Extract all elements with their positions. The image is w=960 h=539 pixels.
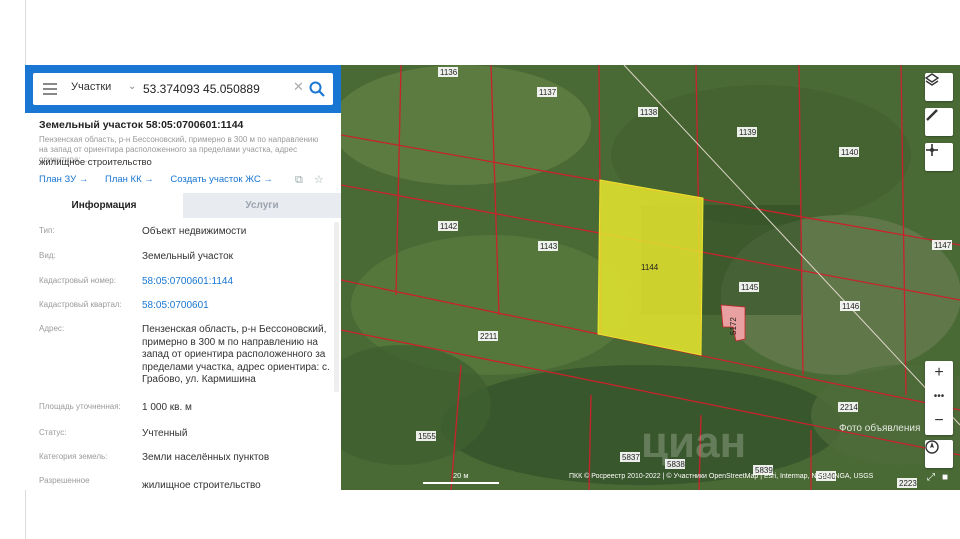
property-value: жилищное строительство [142,480,261,490]
compass-button[interactable] [925,440,953,468]
zoom-menu-icon[interactable]: ••• [925,385,953,409]
zoom-in-button[interactable]: + [925,361,953,385]
property-value: 1 000 кв. м [142,402,192,413]
info-panel: Участки ⌄ ✕ Земельный участок 58:05:0700… [25,65,341,490]
parcel-label: 1139 [739,128,757,137]
property-key: Категория земель: [39,452,108,461]
parcel-label: 1136 [440,68,458,77]
compass-icon [925,440,939,454]
parcel-label: 1140 [841,148,859,157]
parcel-label: 2214 [840,403,858,412]
parcel-label: 1146 [842,302,860,311]
property-key: Кадастровый квартал: [39,300,122,309]
property-key: Адрес: [39,324,65,333]
search-input[interactable] [143,78,293,100]
parcel-label: 1145 [741,283,759,292]
parcel-use: жилищное строительство [39,157,152,168]
scale-label: 20 м [453,471,469,480]
close-icon[interactable]: ✕ [293,79,304,95]
property-value: Учтенный [142,428,188,439]
search-type-select[interactable]: Участки [71,81,111,93]
layers-button[interactable] [925,73,953,101]
star-icon[interactable]: ☆ [314,174,324,186]
parcel-label: 1555 [418,432,436,441]
parcel-label: 2211 [480,332,498,341]
property-value: Объект недвижимости [142,226,247,237]
parcel-label: 1143 [540,242,558,251]
parcel-label: 2223 [899,479,917,488]
tab-info[interactable]: Информация [25,193,183,218]
menu-icon[interactable] [43,83,57,95]
scale-bar [423,482,499,484]
property-value: Земли населённых пунктов [142,452,270,463]
create-parcel-link[interactable]: Создать участок ЖС → [170,174,272,185]
parcel-label: 1142 [440,222,458,231]
ruler-icon [926,109,938,121]
crosshair-icon [926,144,938,156]
action-links: План ЗУ → План КК → Создать участок ЖС → [39,174,287,185]
property-key: Вид: [39,251,56,260]
search-bar: Участки ⌄ ✕ [25,65,341,113]
measure-button[interactable] [925,108,953,136]
parcel-label: 1138 [640,108,658,117]
chevron-down-icon[interactable]: ⌄ [128,81,136,92]
plan-kk-link[interactable]: План КК → [105,174,154,185]
property-key: Кадастровый номер: [39,276,116,285]
zoom-out-button[interactable]: − [925,409,953,433]
parcel-label: 1137 [539,88,557,97]
tab-services[interactable]: Услуги [183,193,341,218]
parcel-label: 5837 [622,453,640,462]
property-key: Разрешенное [39,476,90,485]
zoom-controls: + ••• − [925,361,953,435]
app-window: Участки ⌄ ✕ Земельный участок 58:05:0700… [0,0,960,539]
divider [25,0,26,65]
watermark: Фото объявления [839,423,921,434]
layers-icon [925,73,939,86]
search-box: Участки ⌄ ✕ [33,73,333,105]
scrollbar[interactable] [334,222,339,392]
watermark-brand: циан [641,418,747,467]
search-icon[interactable] [308,80,326,98]
property-key: Статус: [39,428,67,437]
locate-button[interactable] [925,143,953,171]
copy-icon[interactable]: ⧉ [295,174,303,186]
map-attribution: ПКК © Росреестр 2010-2022 | © Участники … [569,473,874,480]
cadastral-quarter-link[interactable]: 58:05:0700601 [142,300,334,313]
property-key: Площадь уточненная: [39,402,121,411]
fullscreen-icon[interactable]: ⤢ [927,472,935,483]
property-value: Пензенская область, р-н Бессоновский, пр… [142,324,330,386]
cadastral-number-link[interactable]: 58:05:0700601:1144 [142,276,334,289]
parcel-label: 1144 [641,263,659,272]
building-label: 5172 [729,317,738,335]
parcel-title: Земельный участок 58:05:0700601:1144 [39,119,244,131]
link-icons: ⧉ ☆ [295,173,324,187]
parcel-label: 1147 [934,241,952,250]
tabs: Информация Услуги [25,193,341,218]
divider [25,490,26,539]
property-key: Тип: [39,226,55,235]
property-value: Земельный участок [142,251,234,262]
dot-icon[interactable]: ■ [942,472,948,483]
map-view[interactable]: 1136 1137 1138 1139 1140 1142 1143 1144 … [341,65,960,490]
plan-zu-link[interactable]: План ЗУ → [39,174,88,185]
